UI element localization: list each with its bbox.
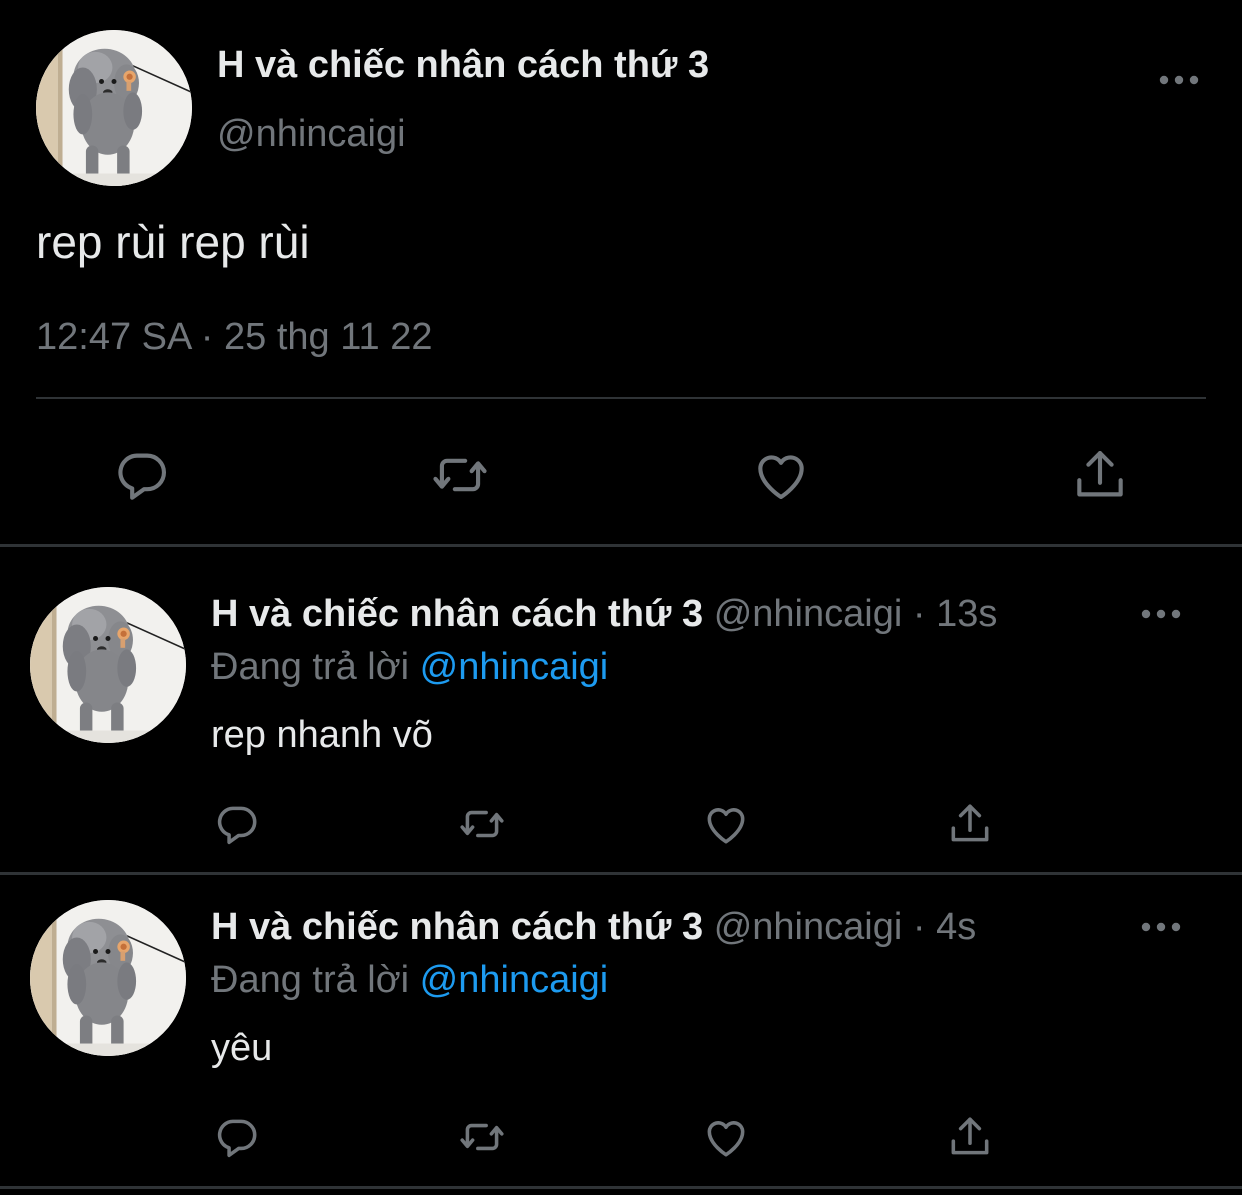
replying-to: Đang trả lời @nhincaigi [211,646,608,689]
like-button[interactable] [746,440,816,510]
share-icon [1077,450,1123,497]
replying-prefix: Đang trả lời [211,959,410,1001]
replying-to-mention[interactable]: @nhincaigi [420,646,609,688]
reply-icon [217,1119,257,1158]
like-button[interactable] [698,796,754,852]
poodle-avatar-image [36,30,192,186]
avatar[interactable] [30,900,186,1056]
retweet-icon [460,810,504,838]
reply-header: H và chiếc nhân cách thứ 3 @nhincaigi · … [211,593,997,636]
divider [36,397,1206,399]
replying-to: Đang trả lời @nhincaigi [211,959,608,1002]
tweet-text: yêu [211,1027,273,1069]
reply-button[interactable] [209,1109,265,1165]
reply-tweet[interactable]: H và chiếc nhân cách thứ 3 @nhincaigi · … [0,546,1242,871]
more-options-button[interactable] [1136,912,1186,942]
poodle-avatar-image [30,900,186,1056]
more-horizontal-icon [1159,75,1199,85]
author-handle[interactable]: @nhincaigi [217,113,406,156]
tweet-text: rep nhanh võ [211,714,433,756]
separator: · [912,906,926,948]
reply-header: H và chiếc nhân cách thứ 3 @nhincaigi · … [211,906,976,949]
reply-button[interactable] [107,440,177,510]
author-name[interactable]: H và chiếc nhân cách thứ 3 [217,44,709,87]
author-handle[interactable]: @nhincaigi [714,906,903,948]
poodle-avatar-image [30,587,186,743]
author-name[interactable]: H và chiếc nhân cách thứ 3 [211,593,703,635]
time-ago[interactable]: 4s [936,906,976,948]
heart-icon [707,808,745,844]
heart-icon [758,455,804,500]
share-icon [951,1117,989,1155]
share-icon [951,804,989,842]
replying-prefix: Đang trả lời [211,646,410,688]
more-horizontal-icon [1141,609,1181,619]
like-button[interactable] [698,1109,754,1165]
reply-icon [217,806,257,845]
more-horizontal-icon [1141,922,1181,932]
share-button[interactable] [1065,440,1135,510]
tweet-timestamp[interactable]: 12:47 SA · 25 thg 11 22 [36,316,433,359]
share-button[interactable] [942,1109,998,1165]
retweet-button[interactable] [454,796,510,852]
avatar[interactable] [30,587,186,743]
share-button[interactable] [942,796,998,852]
separator: · [912,593,926,635]
avatar[interactable] [36,30,192,186]
author-name[interactable]: H và chiếc nhân cách thứ 3 [211,906,703,948]
reply-tweet[interactable]: H và chiếc nhân cách thứ 3 @nhincaigi · … [0,859,1242,1184]
author-handle[interactable]: @nhincaigi [714,593,903,635]
more-options-button[interactable] [1136,599,1186,629]
heart-icon [707,1121,745,1157]
time-ago[interactable]: 13s [936,593,997,635]
replying-to-mention[interactable]: @nhincaigi [420,959,609,1001]
retweet-icon [433,458,487,492]
main-tweet: H và chiếc nhân cách thứ 3 @nhincaigi re… [0,0,1242,545]
section-divider [0,1186,1242,1189]
reply-button[interactable] [209,796,265,852]
more-options-button[interactable] [1154,65,1204,95]
reply-icon [118,453,167,500]
retweet-button[interactable] [425,440,495,510]
retweet-icon [460,1123,504,1151]
retweet-button[interactable] [454,1109,510,1165]
tweet-text: rep rùi rep rùi [36,216,310,268]
